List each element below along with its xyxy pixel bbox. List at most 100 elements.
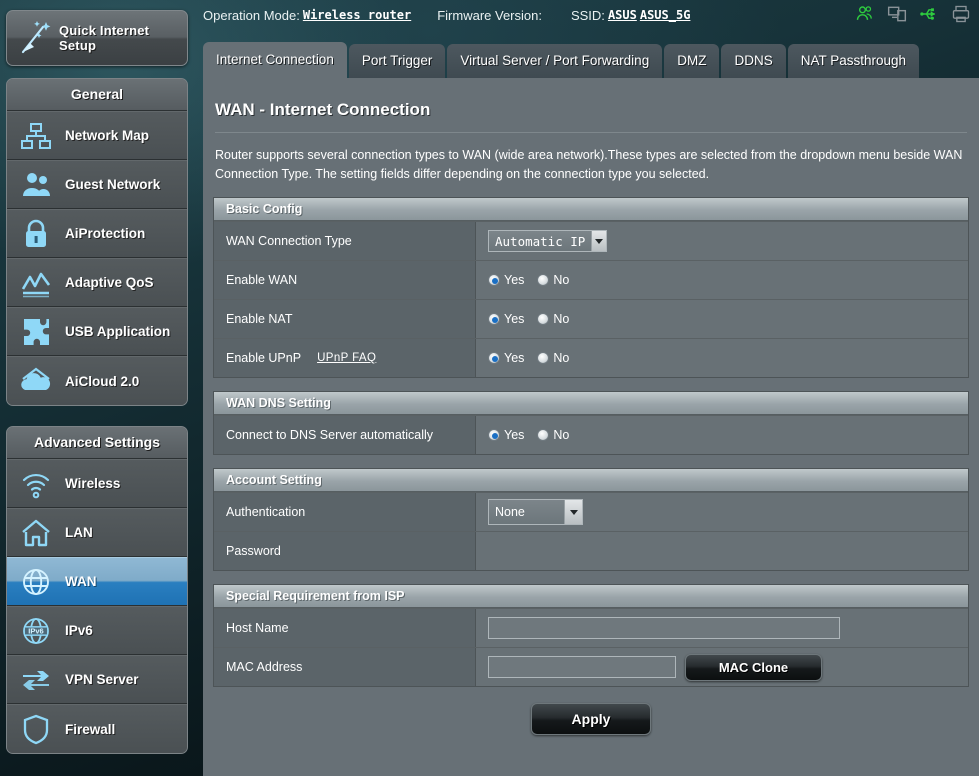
enable-wan-yes-option[interactable]: Yes xyxy=(488,273,524,287)
sidebar-item-aicloud[interactable]: AiCloud 2.0 xyxy=(7,356,187,405)
radio-label: Yes xyxy=(504,351,525,365)
router-admin-page: Operation Mode: Wireless router Firmware… xyxy=(0,0,979,776)
tab-internet-connection[interactable]: Internet Connection xyxy=(203,42,347,78)
authentication-select[interactable]: None xyxy=(488,499,583,525)
header-icon-tray xyxy=(855,4,971,24)
mac-address-input[interactable] xyxy=(488,656,676,678)
sidebar-group-advanced: Advanced Settings Wireless LAN WAN IPv6 … xyxy=(6,426,188,754)
tab-ddns[interactable]: DDNS xyxy=(721,44,786,78)
quick-internet-setup-button[interactable]: Quick Internet Setup xyxy=(6,10,188,66)
section-wan-dns-title: WAN DNS Setting xyxy=(214,392,968,415)
radio-label: Yes xyxy=(504,428,525,442)
sidebar-item-label: WAN xyxy=(65,574,97,589)
sidebar-item-firewall[interactable]: Firewall xyxy=(7,704,187,753)
radio-selected-icon[interactable] xyxy=(488,313,500,325)
auto-dns-no-option[interactable]: No xyxy=(537,428,569,442)
sidebar-group-general-title: General xyxy=(7,79,187,111)
sidebar-item-network-map[interactable]: Network Map xyxy=(7,111,187,160)
ssid-24g-value[interactable]: ASUS xyxy=(608,8,637,22)
home-icon xyxy=(22,519,50,546)
sidebar-item-label: Guest Network xyxy=(65,177,161,192)
operation-mode-value[interactable]: Wireless router xyxy=(303,8,411,22)
lock-icon xyxy=(26,219,46,247)
enable-nat-yes-option[interactable]: Yes xyxy=(488,312,524,326)
row-enable-wan: Enable WAN Yes No xyxy=(214,260,968,299)
sidebar-item-label: Network Map xyxy=(65,128,150,143)
enable-nat-no-option[interactable]: No xyxy=(537,312,569,326)
chevron-down-icon[interactable] xyxy=(564,500,582,524)
cloud-home-icon xyxy=(21,367,51,390)
auto-dns-yes-option[interactable]: Yes xyxy=(488,428,524,442)
radio-label: No xyxy=(553,273,570,287)
sidebar-item-label: Wireless xyxy=(65,476,121,491)
enable-nat-radio-group: Yes No xyxy=(488,312,569,326)
enable-wan-label: Enable WAN xyxy=(214,261,476,299)
tab-dmz[interactable]: DMZ xyxy=(664,44,720,78)
sidebar-item-adaptive-qos[interactable]: Adaptive QoS xyxy=(7,258,187,307)
printer-icon[interactable] xyxy=(951,4,971,24)
usb-icon[interactable] xyxy=(919,4,939,24)
sidebar-item-guest-network[interactable]: Guest Network xyxy=(7,160,187,209)
wan-connection-type-label: WAN Connection Type xyxy=(214,222,476,260)
sidebar-item-wireless[interactable]: Wireless xyxy=(7,459,187,508)
radio-unselected-icon[interactable] xyxy=(537,274,550,286)
section-account-setting: Account Setting Authentication None Pass… xyxy=(213,468,969,571)
devices-icon[interactable] xyxy=(887,4,907,24)
tab-virtual-server-port-forwarding[interactable]: Virtual Server / Port Forwarding xyxy=(447,44,663,78)
row-authentication: Authentication None xyxy=(214,492,968,531)
sidebar-item-usb-application[interactable]: USB Application xyxy=(7,307,187,356)
network-map-icon xyxy=(21,122,51,149)
globe-icon xyxy=(23,568,49,595)
mac-clone-button[interactable]: MAC Clone xyxy=(685,653,822,681)
row-password: Password xyxy=(214,531,968,570)
enable-upnp-no-option[interactable]: No xyxy=(537,351,569,365)
host-name-label: Host Name xyxy=(214,609,476,647)
enable-wan-no-option[interactable]: No xyxy=(537,273,569,287)
enable-upnp-radio-group: Yes No xyxy=(488,351,569,365)
tab-bar: Internet Connection Port Trigger Virtual… xyxy=(203,42,921,78)
radio-label: No xyxy=(553,351,570,365)
enable-nat-label: Enable NAT xyxy=(214,300,476,338)
radio-label: Yes xyxy=(504,273,525,287)
selected-pointer-icon xyxy=(187,565,188,599)
title-divider xyxy=(215,132,967,133)
radio-unselected-icon[interactable] xyxy=(537,352,550,364)
radio-selected-icon[interactable] xyxy=(488,352,500,364)
qos-chart-icon xyxy=(21,272,51,297)
radio-label: No xyxy=(553,312,570,326)
magic-wand-icon xyxy=(21,21,51,54)
row-mac-address: MAC Address MAC Clone xyxy=(214,647,968,686)
sidebar-item-label: USB Application xyxy=(65,324,171,339)
clients-icon[interactable] xyxy=(855,4,875,24)
radio-selected-icon[interactable] xyxy=(488,274,500,286)
svg-text:IPv6: IPv6 xyxy=(28,626,43,635)
enable-upnp-label: Enable UPnP xyxy=(226,351,302,365)
apply-button[interactable]: Apply xyxy=(531,703,651,735)
ipv6-icon: IPv6 xyxy=(23,617,49,644)
radio-unselected-icon[interactable] xyxy=(537,429,550,441)
section-basic-config: Basic Config WAN Connection Type Automat… xyxy=(213,197,969,378)
enable-upnp-yes-option[interactable]: Yes xyxy=(488,351,524,365)
radio-selected-icon[interactable] xyxy=(488,429,500,441)
sidebar-item-aiprotection[interactable]: AiProtection xyxy=(7,209,187,258)
sidebar-item-label: AiProtection xyxy=(65,226,146,241)
sidebar-item-vpn-server[interactable]: VPN Server xyxy=(7,655,187,704)
chevron-down-icon[interactable] xyxy=(591,231,607,251)
sidebar-item-wan[interactable]: WAN xyxy=(7,557,187,606)
ssid-5g-value[interactable]: ASUS_5G xyxy=(640,8,691,22)
tab-nat-passthrough[interactable]: NAT Passthrough xyxy=(787,44,920,78)
host-name-input[interactable] xyxy=(488,617,840,639)
shield-icon xyxy=(23,714,49,745)
section-isp-title: Special Requirement from ISP xyxy=(214,585,968,608)
section-isp-requirement: Special Requirement from ISP Host Name M… xyxy=(213,584,969,687)
enable-wan-radio-group: Yes No xyxy=(488,273,569,287)
wan-connection-type-select[interactable]: Automatic IP xyxy=(488,230,608,252)
upnp-faq-link[interactable]: UPnP FAQ xyxy=(317,352,376,364)
authentication-value: None xyxy=(495,505,525,519)
sidebar-item-ipv6[interactable]: IPv6 IPv6 xyxy=(7,606,187,655)
tab-port-trigger[interactable]: Port Trigger xyxy=(348,44,446,78)
page-title: WAN - Internet Connection xyxy=(215,100,431,119)
sidebar-item-label: Adaptive QoS xyxy=(65,275,154,290)
sidebar-item-lan[interactable]: LAN xyxy=(7,508,187,557)
radio-unselected-icon[interactable] xyxy=(537,313,550,325)
